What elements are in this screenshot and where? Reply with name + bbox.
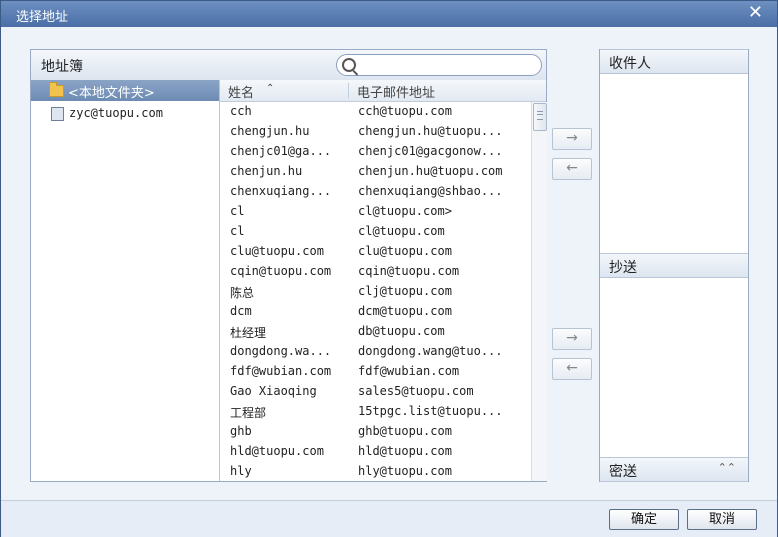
contact-name: hly xyxy=(230,464,252,478)
folder-item-local[interactable]: <本地文件夹> xyxy=(31,80,219,101)
search-icon xyxy=(342,58,356,72)
contact-email: 15tpgc.list@tuopu... xyxy=(358,404,503,418)
contact-email: chenxuqiang@shbao... xyxy=(358,184,503,198)
select-address-dialog: 选择地址 ✕ 地址簿 <本地文件夹> zyc@tuopu.com 姓名 ⌃ 电子… xyxy=(0,0,778,537)
contact-rows: cch cch@tuopu.com chengjun.hu chengjun.hu@t… xyxy=(220,102,530,481)
contact-row[interactable]: 陈总 clj@tuopu.com xyxy=(220,282,530,302)
contact-row[interactable]: chenjun.hu chenjun.hu@tuopu.com xyxy=(220,162,530,182)
contact-name: chenxuqiang... xyxy=(230,184,332,198)
contact-list-header: 姓名 ⌃ 电子邮件地址 xyxy=(220,80,546,102)
folder-label: <本地文件夹> xyxy=(68,86,155,101)
contact-email: chengjun.hu@tuopu... xyxy=(358,124,503,138)
contact-name: ghb xyxy=(230,424,252,438)
column-header-name[interactable]: 姓名 xyxy=(228,82,254,101)
contact-email: chenjc01@gacgonow... xyxy=(358,144,503,158)
column-header-email[interactable]: 电子邮件地址 xyxy=(357,82,435,101)
contact-email: fdf@wubian.com xyxy=(358,364,460,378)
contact-name: Gao Xiaoqing xyxy=(230,384,317,398)
remove-from-cc-button[interactable]: ← xyxy=(552,358,592,380)
contact-name: chengjun.hu xyxy=(230,124,310,138)
contact-row[interactable]: cl cl@tuopu.com xyxy=(220,222,530,242)
search-input[interactable] xyxy=(359,56,539,74)
contact-email: db@tuopu.com xyxy=(358,324,445,338)
contact-row[interactable]: chenxuqiang... chenxuqiang@shbao... xyxy=(220,182,530,202)
contact-row[interactable]: hld@tuopu.com hld@tuopu.com xyxy=(220,442,530,462)
bcc-section-header[interactable]: 密送 ⌃⌃ xyxy=(600,457,748,482)
contact-list: 姓名 ⌃ 电子邮件地址 cch cch@tuopu.com chengjun.hu c… xyxy=(220,80,547,481)
contact-email: cl@tuopu.com> xyxy=(358,204,452,218)
title-bar: 选择地址 ✕ xyxy=(1,1,777,27)
contact-name: hld@tuopu.com xyxy=(230,444,324,458)
contact-name: chenjun.hu xyxy=(230,164,303,178)
dialog-footer: 确定 取消 xyxy=(1,500,777,537)
contact-name: 杜经理 xyxy=(230,326,267,340)
contact-name: 陈总 xyxy=(230,286,255,300)
contact-row[interactable]: chenjc01@ga... chenjc01@gacgonow... xyxy=(220,142,530,162)
contact-row[interactable]: Gao Xiaoqing sales5@tuopu.com xyxy=(220,382,530,402)
contact-email: clu@tuopu.com xyxy=(358,244,452,258)
contact-name: clu@tuopu.com xyxy=(230,244,324,258)
contact-name: cch xyxy=(230,104,252,118)
add-to-cc-button[interactable]: → xyxy=(552,328,592,350)
contact-email: clj@tuopu.com xyxy=(358,284,452,298)
contact-row[interactable]: hly hly@tuopu.com xyxy=(220,462,530,481)
scrollbar[interactable] xyxy=(531,102,547,481)
contact-email: ghb@tuopu.com xyxy=(358,424,452,438)
contact-email: chenjun.hu@tuopu.com xyxy=(358,164,503,178)
contact-name: cl xyxy=(230,224,245,238)
search-box[interactable] xyxy=(336,54,542,76)
to-label: 收件人 xyxy=(609,56,651,72)
contact-row[interactable]: 工程部 15tpgc.list@tuopu... xyxy=(220,402,530,422)
address-book-title: 地址簿 xyxy=(41,59,83,75)
close-icon[interactable]: ✕ xyxy=(748,4,763,22)
folder-icon xyxy=(49,82,64,97)
cc-section-header: 抄送 xyxy=(600,253,748,278)
contact-row[interactable]: chengjun.hu chengjun.hu@tuopu... xyxy=(220,122,530,142)
contact-row[interactable]: dcm dcm@tuopu.com xyxy=(220,302,530,322)
contact-name: cl xyxy=(230,204,245,218)
grip-icon xyxy=(537,111,543,120)
contact-email: hld@tuopu.com xyxy=(358,444,452,458)
contact-name: dcm xyxy=(230,304,252,318)
contact-row[interactable]: cch cch@tuopu.com xyxy=(220,102,530,122)
contact-email: cl@tuopu.com xyxy=(358,224,445,238)
scroll-thumb[interactable] xyxy=(533,103,547,131)
contact-email: cch@tuopu.com xyxy=(358,104,452,118)
contact-row[interactable]: cqin@tuopu.com cqin@tuopu.com xyxy=(220,262,530,282)
add-to-recipient-button[interactable]: → xyxy=(552,128,592,150)
dialog-title: 选择地址 xyxy=(16,10,69,25)
contact-name: dongdong.wa... xyxy=(230,344,332,358)
account-label: zyc@tuopu.com xyxy=(69,106,163,120)
ok-button[interactable]: 确定 xyxy=(609,509,679,530)
sort-ascending-icon: ⌃ xyxy=(266,83,275,94)
contact-row[interactable]: 杜经理 db@tuopu.com xyxy=(220,322,530,342)
column-divider[interactable] xyxy=(348,83,349,98)
contact-name: chenjc01@ga... xyxy=(230,144,332,158)
contact-email: cqin@tuopu.com xyxy=(358,264,460,278)
address-book-header: 地址簿 xyxy=(31,50,546,81)
to-section-header: 收件人 xyxy=(600,49,748,74)
contact-name: cqin@tuopu.com xyxy=(230,264,332,278)
cc-label: 抄送 xyxy=(609,260,637,276)
remove-from-recipient-button[interactable]: ← xyxy=(552,158,592,180)
address-book-panel: 地址簿 <本地文件夹> zyc@tuopu.com 姓名 ⌃ 电子邮件地址 cc… xyxy=(30,49,547,482)
contact-row[interactable]: clu@tuopu.com clu@tuopu.com xyxy=(220,242,530,262)
contact-row[interactable]: cl cl@tuopu.com> xyxy=(220,202,530,222)
contact-email: dongdong.wang@tuo... xyxy=(358,344,503,358)
contact-row[interactable]: dongdong.wa... dongdong.wang@tuo... xyxy=(220,342,530,362)
folder-pane: <本地文件夹> zyc@tuopu.com xyxy=(31,80,220,481)
cancel-button[interactable]: 取消 xyxy=(687,509,757,530)
address-book-icon xyxy=(51,107,64,121)
expand-icon[interactable]: ⌃⌃ xyxy=(718,461,736,474)
contact-email: sales5@tuopu.com xyxy=(358,384,474,398)
contact-row[interactable]: fdf@wubian.com fdf@wubian.com xyxy=(220,362,530,382)
contact-email: hly@tuopu.com xyxy=(358,464,452,478)
contact-name: fdf@wubian.com xyxy=(230,364,332,378)
recipients-panel: 收件人 抄送 密送 ⌃⌃ xyxy=(599,49,749,482)
contact-email: dcm@tuopu.com xyxy=(358,304,452,318)
contact-row[interactable]: ghb ghb@tuopu.com xyxy=(220,422,530,442)
folder-item-account[interactable]: zyc@tuopu.com xyxy=(31,104,219,124)
contact-name: 工程部 xyxy=(230,406,267,420)
bcc-label: 密送 xyxy=(609,464,637,480)
